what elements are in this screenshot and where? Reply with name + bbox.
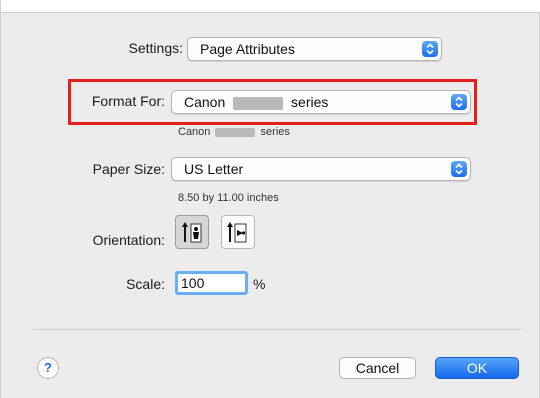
format-for-brand: Canon xyxy=(184,94,226,110)
settings-popup[interactable]: Page Attributes xyxy=(187,37,442,61)
format-for-popup[interactable]: Canon series xyxy=(171,90,471,114)
settings-popup-value: Page Attributes xyxy=(200,41,295,57)
scale-label: Scale: xyxy=(126,276,165,292)
orientation-portrait-button[interactable] xyxy=(175,215,209,249)
format-for-description-series: series xyxy=(260,126,290,138)
settings-label: Settings: xyxy=(128,40,183,56)
orientation-landscape-button[interactable] xyxy=(221,215,255,249)
ok-button[interactable]: OK xyxy=(435,357,519,379)
orientation-label: Orientation: xyxy=(92,232,165,248)
paper-size-popup-value: US Letter xyxy=(184,161,244,177)
popup-arrows-icon xyxy=(451,94,467,110)
cancel-button[interactable]: Cancel xyxy=(339,357,416,379)
format-for-description-brand: Canon xyxy=(178,126,211,138)
redacted-model-name xyxy=(215,127,256,137)
format-for-description: Canon series xyxy=(178,126,290,138)
dialog-top-edge xyxy=(1,0,540,13)
redacted-model-name xyxy=(233,96,284,110)
portrait-orientation-icon xyxy=(182,222,202,243)
help-icon: ? xyxy=(44,360,52,375)
scale-input[interactable] xyxy=(175,271,248,295)
page-setup-dialog: Settings: Page Attributes Format For: Ca… xyxy=(0,0,540,398)
popup-arrows-icon xyxy=(422,41,438,57)
footer-divider xyxy=(33,329,521,330)
format-for-series: series xyxy=(291,94,329,110)
format-for-label: Format For: xyxy=(91,93,165,109)
paper-size-dimensions: 8.50 by 11.00 inches xyxy=(178,192,279,204)
format-for-popup-value: Canon series xyxy=(184,94,328,110)
landscape-orientation-icon xyxy=(227,222,247,243)
help-button[interactable]: ? xyxy=(37,357,59,379)
paper-size-label: Paper Size: xyxy=(92,161,165,177)
scale-unit: % xyxy=(253,276,266,292)
popup-arrows-icon xyxy=(451,161,467,177)
paper-size-popup[interactable]: US Letter xyxy=(171,157,471,181)
